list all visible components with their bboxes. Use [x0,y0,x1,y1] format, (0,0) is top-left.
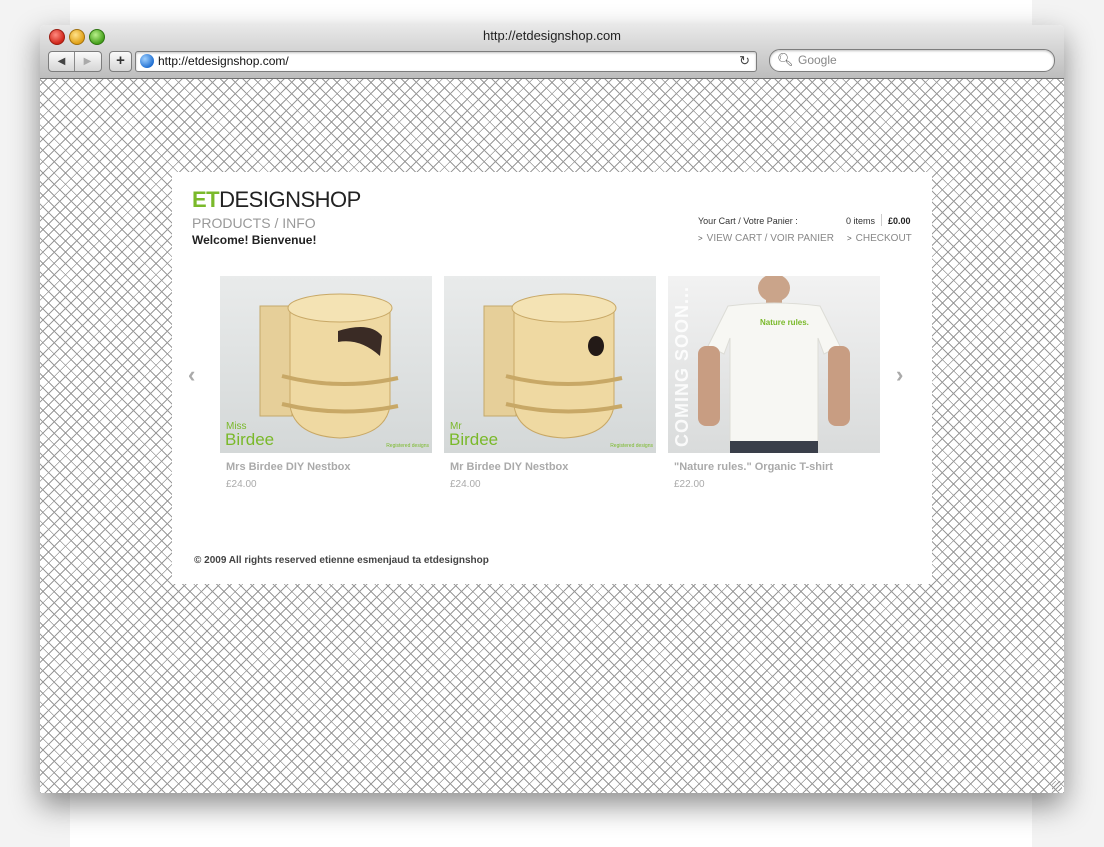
registered-designs-note: Registered designs [386,443,429,449]
site-logo[interactable]: ETDESIGNSHOP [192,187,361,213]
carousel-next-button[interactable]: › [896,362,903,388]
add-bookmark-button[interactable]: + [109,51,132,72]
product-name[interactable]: Mrs Birdee DIY Nestbox [226,461,432,473]
title-bar: http://etdesignshop.com ◀ ▶ + http://etd… [40,25,1064,79]
view-cart-label: VIEW CART / VOIR PANIER [706,233,834,244]
browser-window: http://etdesignshop.com ◀ ▶ + http://etd… [40,25,1064,793]
product-card[interactable]: Miss Birdee Registered designs Mrs Birde… [220,276,432,490]
nestbox-illustration [483,293,623,439]
address-text[interactable]: http://etdesignshop.com/ [158,54,289,68]
product-image[interactable]: Miss Birdee Registered designs [220,276,432,453]
shirt-slogan: Nature rules. [760,318,809,327]
product-card[interactable]: Nature rules. COMING SOON... "Nature rul… [668,276,880,490]
view-cart-link[interactable]: > VIEW CART / VOIR PANIER [698,233,834,244]
overlay-big-text: Birdee [225,430,275,449]
product-image[interactable]: Mr Birdee Registered designs [444,276,656,453]
checkout-link[interactable]: > CHECKOUT [847,233,912,244]
overlay-big-text: Birdee [449,430,499,449]
window-title: http://etdesignshop.com [482,28,622,43]
cart-item-count: 0 items [846,216,876,226]
carousel-prev-button[interactable]: ‹ [188,362,195,388]
checkout-label: CHECKOUT [855,233,912,244]
coming-soon-banner: COMING SOON... [672,285,692,447]
product-name[interactable]: "Nature rules." Organic T-shirt [674,461,880,473]
site-globe-icon [140,54,154,68]
back-button[interactable]: ◀ [49,52,75,71]
footer-copyright: © 2009 All rights reserved etienne esmen… [194,555,489,566]
chevron-right-icon: > [698,234,703,243]
search-icon: 🔍︎ [777,52,794,67]
welcome-text: Welcome! Bienvenue! [192,233,317,247]
tshirt-illustration [698,276,850,453]
nestbox-illustration [259,293,399,439]
product-price: £24.00 [450,479,481,490]
page-viewport: ETDESIGNSHOP PRODUCTS / INFO Welcome! Bi… [40,79,1064,793]
product-image[interactable]: Nature rules. COMING SOON... [668,276,880,453]
search-field[interactable]: 🔍︎ Google [769,49,1055,72]
logo-rest: DESIGNSHOP [219,187,361,212]
shop-panel: ETDESIGNSHOP PRODUCTS / INFO Welcome! Bi… [172,172,932,584]
search-placeholder: Google [798,53,837,67]
forward-button[interactable]: ▶ [75,52,100,71]
history-buttons: ◀ ▶ [48,51,102,72]
product-price: £24.00 [226,479,257,490]
resize-grip[interactable] [1052,781,1062,791]
reload-icon[interactable]: ↻ [739,53,750,69]
cart-divider [881,214,882,226]
cart-total: £0.00 [888,216,911,226]
product-card[interactable]: Mr Birdee Registered designs Mr Birdee D… [444,276,656,490]
cart-label: Your Cart / Votre Panier : [698,216,798,226]
product-name[interactable]: Mr Birdee DIY Nestbox [450,461,656,473]
registered-designs-note: Registered designs [610,443,653,449]
product-price: £22.00 [674,479,705,490]
logo-prefix: ET [192,187,220,212]
products-info-nav[interactable]: PRODUCTS / INFO [192,215,316,231]
address-bar[interactable]: http://etdesignshop.com/ ↻ [135,51,757,72]
chevron-right-icon: > [847,234,852,243]
